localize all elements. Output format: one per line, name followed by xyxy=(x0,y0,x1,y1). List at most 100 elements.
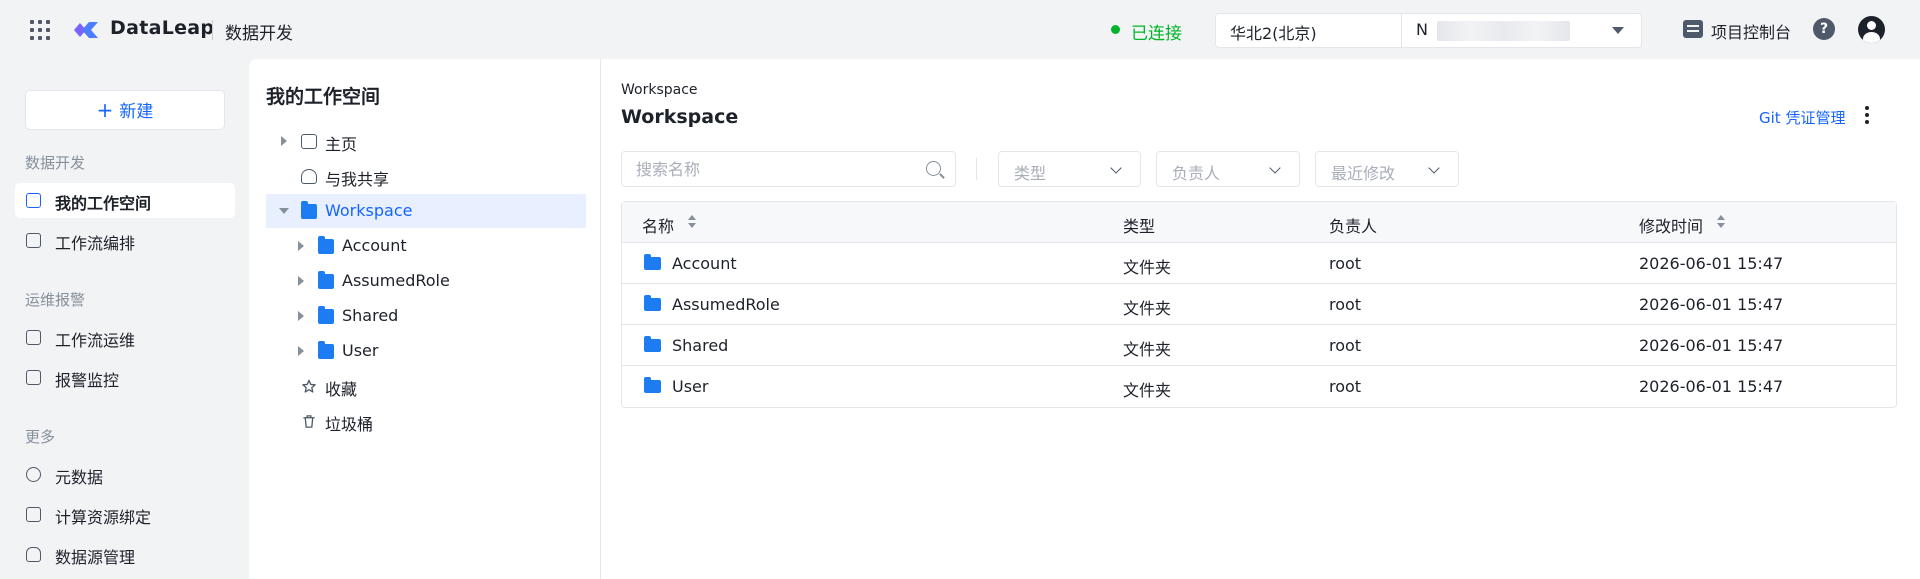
tree-item-label: Account xyxy=(342,236,407,255)
tree-item-assumedrole[interactable]: AssumedRole xyxy=(266,264,586,298)
row-name[interactable]: Shared xyxy=(672,336,728,355)
account-name-masked xyxy=(1437,21,1570,41)
caret-right-icon[interactable] xyxy=(281,136,287,146)
new-button-label: 新建 xyxy=(119,102,154,122)
filter-owner[interactable]: 负责人 xyxy=(1156,151,1300,187)
table-row[interactable]: AssumedRole 文件夹 root 2026-06-01 15:47 xyxy=(622,284,1896,325)
nav-section-ops: 运维报警 xyxy=(25,291,86,309)
cloud-datasource-icon xyxy=(26,547,41,562)
row-type: 文件夹 xyxy=(1123,340,1172,359)
search-input[interactable] xyxy=(636,160,906,179)
nav-item-label: 报警监控 xyxy=(55,371,120,390)
nav-item-datasource[interactable]: 数据源管理 xyxy=(15,537,235,572)
git-credential-link[interactable]: Git 凭证管理 xyxy=(1759,107,1845,128)
nav-item-alert-monitor[interactable]: 报警监控 xyxy=(15,360,235,395)
tree-item-home[interactable]: 主页 xyxy=(266,124,586,158)
caret-right-icon[interactable] xyxy=(298,241,304,251)
row-modified: 2026-06-01 15:47 xyxy=(1639,295,1784,314)
chevron-down-icon xyxy=(1269,162,1281,174)
chevron-down-icon xyxy=(1428,162,1440,174)
search-icon[interactable] xyxy=(926,161,941,176)
table-row[interactable]: User 文件夹 root 2026-06-01 15:47 xyxy=(622,366,1896,407)
caret-right-icon[interactable] xyxy=(298,346,304,356)
caret-down-icon[interactable] xyxy=(279,208,289,214)
top-bar: DataLeap 数据开发 已连接 华北2(北京) N 项目控制台 ? xyxy=(0,0,1920,59)
folder-icon xyxy=(644,295,661,311)
nav-item-metadata[interactable]: 元数据 xyxy=(15,457,235,492)
nav-item-label: 元数据 xyxy=(55,468,104,487)
account-name: N xyxy=(1416,20,1428,39)
tree-item-shared-with-me[interactable]: 与我共享 xyxy=(266,159,586,193)
row-owner: root xyxy=(1329,336,1362,355)
caret-right-icon[interactable] xyxy=(298,276,304,286)
home-icon xyxy=(301,134,317,149)
folder-icon xyxy=(644,254,661,270)
row-owner: root xyxy=(1329,295,1362,314)
folder-icon xyxy=(318,341,334,359)
monitor-chart-icon xyxy=(26,330,41,345)
tree-item-trash[interactable]: 垃圾桶 xyxy=(266,404,586,438)
project-console-link[interactable]: 项目控制台 xyxy=(1711,19,1791,43)
new-button[interactable]: + 新建 xyxy=(25,90,225,130)
alert-icon xyxy=(26,370,41,385)
brand-divider xyxy=(212,20,213,40)
tree-item-workspace[interactable]: Workspace xyxy=(266,194,586,228)
tree-item-favorites[interactable]: 收藏 xyxy=(266,369,586,403)
nav-item-label: 工作流运维 xyxy=(55,331,136,350)
row-owner: root xyxy=(1329,377,1362,396)
folder-icon xyxy=(644,336,661,352)
user-avatar[interactable] xyxy=(1858,16,1885,43)
caret-right-icon[interactable] xyxy=(298,311,304,321)
column-header-type: 类型 xyxy=(1123,217,1156,236)
nav-section-more: 更多 xyxy=(25,428,56,446)
main-content: Workspace Workspace Git 凭证管理 类型 负责人 最近修改… xyxy=(601,59,1920,579)
tree-item-shared[interactable]: Shared xyxy=(266,299,586,333)
region-account-selector[interactable]: 华北2(北京) N xyxy=(1215,13,1642,48)
table-row[interactable]: Shared 文件夹 root 2026-06-01 15:47 xyxy=(622,325,1896,366)
region-select[interactable]: 华北2(北京) xyxy=(1230,20,1317,44)
tree-item-label: 垃圾桶 xyxy=(325,415,374,434)
connection-status-dot xyxy=(1111,25,1120,34)
column-header-name[interactable]: 名称 xyxy=(642,213,674,237)
sort-icon[interactable] xyxy=(688,215,696,229)
table-row[interactable]: Account 文件夹 root 2026-06-01 15:47 xyxy=(622,243,1896,284)
tree-item-label: AssumedRole xyxy=(342,271,450,290)
row-type: 文件夹 xyxy=(1123,299,1172,318)
row-modified: 2026-06-01 15:47 xyxy=(1639,336,1784,355)
table-header: 名称 类型 负责人 修改时间 xyxy=(622,202,1896,243)
nav-item-workflow-orchestration[interactable]: 工作流编排 xyxy=(15,223,235,258)
apps-grid-icon[interactable] xyxy=(30,20,50,40)
row-modified: 2026-06-01 15:47 xyxy=(1639,377,1784,396)
row-name[interactable]: Account xyxy=(672,254,737,273)
filter-last-modified[interactable]: 最近修改 xyxy=(1315,151,1459,187)
folder-icon xyxy=(301,201,317,219)
users-icon xyxy=(301,169,317,184)
nav-item-my-workspace[interactable]: 我的工作空间 xyxy=(15,183,235,218)
caret-down-icon[interactable] xyxy=(1612,27,1624,34)
row-name[interactable]: User xyxy=(672,377,708,396)
nav-item-workflow-ops[interactable]: 工作流运维 xyxy=(15,320,235,355)
row-name[interactable]: AssumedRole xyxy=(672,295,780,314)
tree-item-account[interactable]: Account xyxy=(266,229,586,263)
trash-icon xyxy=(303,415,315,428)
nav-item-compute-binding[interactable]: 计算资源绑定 xyxy=(15,497,235,532)
workspace-tree-panel: 我的工作空间 主页 与我共享 Workspace Account Assumed… xyxy=(249,59,601,579)
tree-item-label: 收藏 xyxy=(325,380,358,399)
help-icon[interactable]: ? xyxy=(1813,18,1835,40)
chevron-down-icon xyxy=(1110,162,1122,174)
column-header-owner: 负责人 xyxy=(1329,217,1378,236)
filter-type[interactable]: 类型 xyxy=(998,151,1141,187)
console-icon[interactable] xyxy=(1683,20,1703,38)
book-icon xyxy=(26,193,41,208)
row-type: 文件夹 xyxy=(1123,381,1172,400)
brand-name: DataLeap xyxy=(110,17,215,39)
search-box[interactable] xyxy=(621,151,956,187)
more-vertical-icon[interactable] xyxy=(1865,106,1869,124)
filter-label: 负责人 xyxy=(1172,164,1221,183)
column-header-modified[interactable]: 修改时间 xyxy=(1639,213,1703,237)
workflow-icon xyxy=(26,233,41,248)
breadcrumb[interactable]: Workspace xyxy=(621,82,698,98)
star-icon xyxy=(302,379,316,393)
tree-item-user[interactable]: User xyxy=(266,334,586,368)
sort-icon[interactable] xyxy=(1717,215,1725,229)
